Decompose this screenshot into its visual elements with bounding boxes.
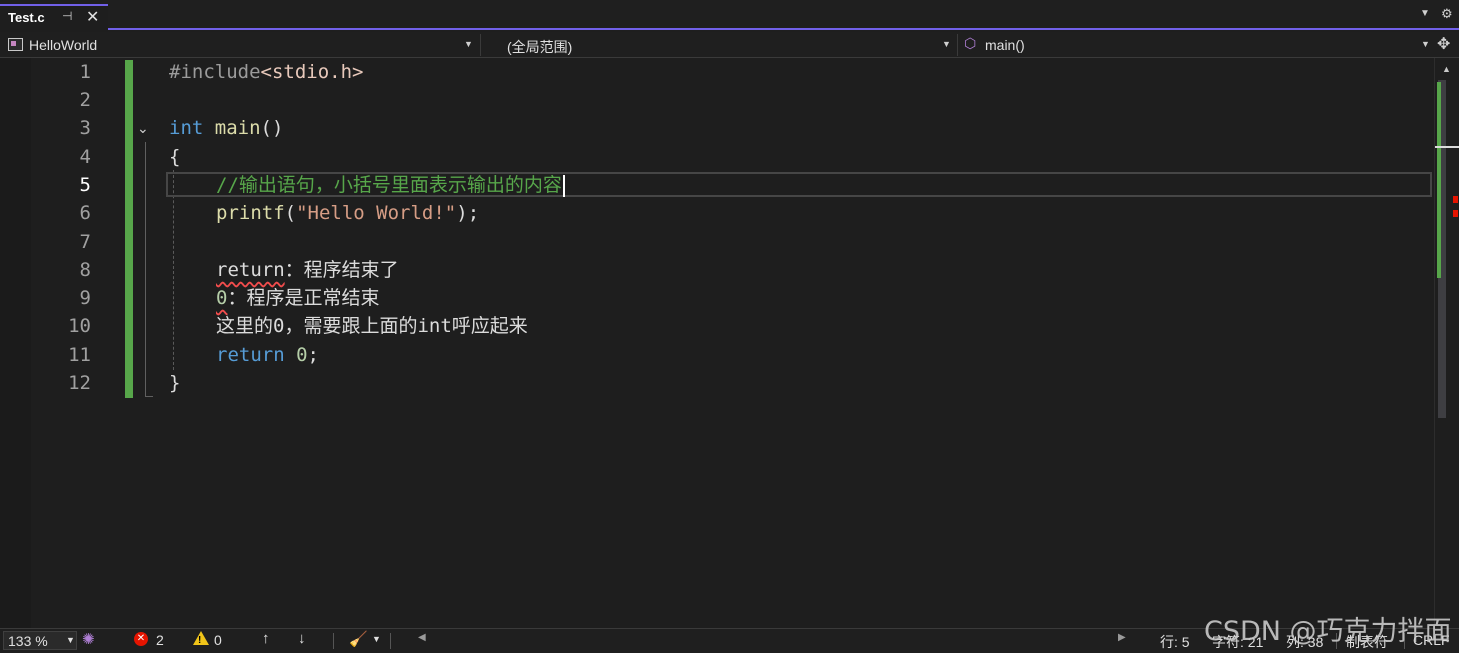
close-paren-semicolon: ); bbox=[456, 202, 480, 224]
chevron-down-icon: ▼ bbox=[464, 39, 473, 49]
scope-dropdown[interactable]: (全局范围) ▼ bbox=[483, 34, 958, 56]
zoom-dropdown[interactable]: 133 % ▼ bbox=[3, 631, 77, 650]
code-line-4[interactable]: { bbox=[169, 143, 180, 171]
pin-icon[interactable]: ⊣ bbox=[62, 9, 72, 23]
divider bbox=[333, 633, 334, 649]
code-line-1[interactable]: #include<stdio.h> bbox=[169, 58, 363, 86]
outline-fold-end bbox=[145, 396, 153, 397]
code-cleanup-brush-icon[interactable]: 🧹 bbox=[349, 630, 368, 648]
line-indicator[interactable]: 行: 5 bbox=[1160, 632, 1190, 652]
project-dropdown[interactable]: HelloWorld ▼ bbox=[0, 34, 481, 56]
code-line-12[interactable]: } bbox=[169, 369, 180, 397]
line-number: 7 bbox=[79, 231, 91, 253]
member-label: main() bbox=[985, 37, 1025, 53]
line-number: 2 bbox=[79, 89, 91, 111]
tab-test-c[interactable]: Test.c ⊣ ✕ bbox=[0, 4, 108, 30]
outline-fold-line bbox=[145, 142, 146, 396]
scope-label: (全局范围) bbox=[507, 39, 573, 55]
error-token: return bbox=[216, 259, 285, 281]
chevron-down-icon: ▼ bbox=[1421, 39, 1430, 49]
chevron-down-icon: ▼ bbox=[942, 39, 951, 49]
text-caret bbox=[562, 174, 565, 197]
parentheses: () bbox=[260, 117, 284, 139]
line-number: 10 bbox=[68, 315, 91, 337]
number-literal: 0 bbox=[296, 344, 308, 366]
open-paren: ( bbox=[284, 202, 297, 224]
line-number: 12 bbox=[68, 372, 91, 394]
line-number: 9 bbox=[79, 287, 91, 309]
scroll-left-icon[interactable]: ◀ bbox=[418, 632, 426, 643]
project-icon bbox=[8, 38, 23, 51]
open-brace: { bbox=[169, 146, 181, 168]
navigation-bar: HelloWorld ▼ (全局范围) ▼ main() ▼ ⬡ ✥ bbox=[0, 32, 1459, 58]
comment: //输出语句，小括号里面表示输出的内容 bbox=[216, 174, 562, 196]
scrollbar-change-marker bbox=[1437, 82, 1441, 278]
code-line-11[interactable]: return 0; bbox=[169, 341, 319, 369]
code-line-6[interactable]: printf("Hello World!"); bbox=[169, 199, 479, 227]
member-dropdown[interactable]: main() ▼ bbox=[960, 34, 1434, 56]
arrow-down-icon[interactable]: ↓ bbox=[298, 630, 306, 647]
close-icon[interactable]: ✕ bbox=[86, 7, 99, 27]
divider bbox=[390, 633, 391, 649]
code-line-3[interactable]: int main() bbox=[169, 114, 283, 142]
line-number: 6 bbox=[79, 202, 91, 224]
line-number: 1 bbox=[79, 61, 91, 83]
error-count[interactable]: 2 bbox=[156, 632, 164, 648]
collapse-chevron-icon[interactable]: ⌄ bbox=[137, 120, 149, 137]
horizontal-scrollbar[interactable]: ◀ ▶ bbox=[418, 631, 1133, 650]
include-path: <stdio.h> bbox=[260, 61, 364, 83]
close-brace: } bbox=[169, 372, 181, 394]
code-editor[interactable]: 1 2 3 4 5 6 7 8 9 10 11 12 ⌄ #include<st… bbox=[0, 58, 1434, 628]
keyword-return: return bbox=[216, 344, 285, 366]
function-name: main bbox=[214, 117, 261, 139]
preprocessor-directive: #include bbox=[169, 61, 261, 83]
line-number-current: 5 bbox=[79, 174, 91, 196]
line-number: 11 bbox=[68, 344, 91, 366]
plain-text: ：程序结束了 bbox=[284, 259, 399, 281]
chevron-down-icon[interactable]: ▼ bbox=[372, 634, 381, 644]
scrollbar-error-marker bbox=[1453, 210, 1458, 217]
arrow-up-icon[interactable]: ↑ bbox=[262, 630, 270, 647]
plain-text: ：程序是正常结束 bbox=[227, 287, 380, 309]
warning-count[interactable]: 0 bbox=[214, 632, 222, 648]
zoom-level: 133 % bbox=[8, 633, 48, 649]
keyword-int: int bbox=[169, 117, 204, 139]
line-number: 8 bbox=[79, 259, 91, 281]
line-number: 3 bbox=[79, 117, 91, 139]
number-literal: 0 bbox=[216, 287, 228, 309]
code-line-5[interactable]: //输出语句，小括号里面表示输出的内容 bbox=[169, 171, 565, 199]
scrollbar-error-marker bbox=[1453, 196, 1458, 203]
plain-text: 这里的0，需要跟上面的int呼应起来 bbox=[216, 315, 528, 337]
semicolon: ; bbox=[307, 344, 319, 366]
tab-title: Test.c bbox=[8, 10, 45, 25]
watermark-text: CSDN @巧克力拌面 bbox=[1204, 616, 1452, 647]
tab-overflow-dropdown-icon[interactable]: ▼ bbox=[1420, 8, 1430, 19]
copilot-icon[interactable]: ✺ bbox=[82, 630, 95, 648]
scroll-right-icon[interactable]: ▶ bbox=[1118, 632, 1126, 643]
cube-icon: ⬡ bbox=[964, 35, 977, 51]
line-number: 4 bbox=[79, 146, 91, 168]
scroll-up-icon[interactable]: ▲ bbox=[1442, 64, 1451, 74]
document-tab-bar: Test.c ⊣ ✕ ▼ ⚙ bbox=[0, 0, 1459, 30]
code-line-10[interactable]: 这里的0，需要跟上面的int呼应起来 bbox=[169, 312, 528, 340]
scrollbar-caret-marker bbox=[1435, 146, 1459, 148]
glyph-margin bbox=[0, 58, 31, 628]
function-call: printf bbox=[216, 202, 285, 224]
code-line-9[interactable]: 0：程序是正常结束 bbox=[169, 284, 379, 312]
string-literal: "Hello World!" bbox=[296, 202, 457, 224]
code-line-8[interactable]: return：程序结束了 bbox=[169, 256, 399, 284]
vertical-scrollbar[interactable]: ▲ bbox=[1434, 58, 1459, 628]
error-icon[interactable]: ✕ bbox=[134, 632, 148, 646]
change-tracking-bar bbox=[125, 60, 133, 398]
warning-exclamation: ! bbox=[198, 635, 202, 646]
project-label: HelloWorld bbox=[29, 37, 98, 53]
chevron-down-icon: ▼ bbox=[66, 635, 75, 645]
split-window-icon[interactable]: ✥ bbox=[1437, 34, 1450, 54]
gear-icon[interactable]: ⚙ bbox=[1441, 6, 1453, 22]
